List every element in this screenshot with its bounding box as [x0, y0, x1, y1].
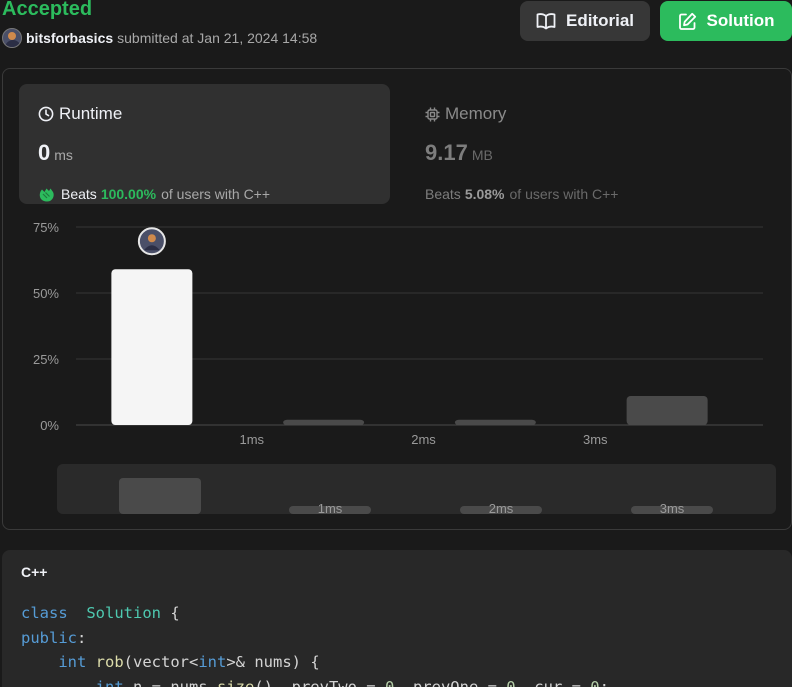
code-token: >& nums) { — [226, 653, 320, 671]
code-token: : — [77, 628, 87, 647]
code-token: ; — [599, 677, 609, 687]
editorial-label: Editorial — [565, 11, 634, 30]
editorial-button[interactable]: Editorial — [520, 1, 650, 41]
chip-icon — [425, 107, 440, 121]
overview-tick-label: 2ms — [489, 501, 514, 516]
x-tick-label: 2ms — [411, 432, 436, 447]
code-line: public: — [21, 626, 609, 651]
code-token: int — [95, 677, 124, 687]
code-block: C++ class Solution {public: int rob(vect… — [2, 550, 792, 687]
username-link[interactable]: bitsforbasics — [26, 30, 113, 46]
code-token: class — [21, 604, 68, 622]
memory-beats: Beats 5.08% of users with C++ — [425, 186, 619, 202]
memory-card[interactable]: Memory 9.17 MB Beats 5.08% of users with … — [408, 84, 779, 204]
y-tick-label: 25% — [33, 352, 59, 367]
runtime-beats-percent: 100.00% — [100, 186, 157, 202]
overview-tick-label: 3ms — [660, 501, 685, 516]
solution-label: Solution — [706, 11, 775, 30]
book-open-icon — [536, 13, 556, 30]
runtime-value: 0 ms — [38, 140, 73, 165]
overview-tick-label: 1ms — [318, 501, 343, 516]
clock-icon — [38, 106, 54, 122]
code-token: (vector< — [123, 653, 199, 671]
submission-status: Accepted — [2, 0, 93, 20]
x-tick-label: 1ms — [239, 432, 264, 447]
avatar-face — [147, 234, 156, 243]
code-token: Solution — [86, 604, 161, 622]
code-token: (), prevTwo = — [254, 677, 385, 687]
code-token: , cur = — [515, 677, 591, 687]
code-token: size — [216, 677, 255, 687]
submitter-line: bitsforbasics submitted at Jan 21, 2024 … — [2, 28, 317, 48]
x-tick-label: 3ms — [583, 432, 608, 447]
y-tick-label: 0% — [40, 418, 59, 433]
code-token: , prevOne = — [394, 677, 507, 687]
code-language-label: C++ — [21, 564, 48, 580]
chart-bar[interactable] — [454, 419, 536, 425]
code-line: int n = nums.size(), prevTwo = 0, prevOn… — [21, 675, 609, 687]
clapping-hands-icon — [39, 188, 54, 202]
code-token: public — [21, 628, 77, 647]
runtime-beats: Beats 100.00% of users with C++ — [38, 186, 270, 202]
y-tick-label: 50% — [33, 286, 59, 301]
code-token: rob — [95, 653, 124, 671]
memory-value: 9.17 MB — [425, 140, 493, 165]
memory-beats-percent: 5.08% — [464, 186, 505, 202]
code-view[interactable]: class Solution {public: int rob(vector<i… — [21, 601, 609, 687]
code-token: int — [58, 653, 87, 671]
y-tick-label: 75% — [33, 220, 59, 235]
code-line: int rob(vector<int>& nums) { — [21, 650, 609, 675]
chart-bar[interactable] — [111, 269, 193, 425]
code-token: 0 — [590, 677, 600, 687]
chart-bar[interactable] — [283, 419, 365, 425]
code-line: class Solution { — [21, 601, 609, 626]
code-token: 0 — [384, 677, 395, 687]
submitted-timestamp: submitted at Jan 21, 2024 14:58 — [117, 30, 318, 46]
overview-bar — [119, 478, 201, 514]
code-token: int — [198, 653, 227, 671]
result-panel: Runtime 0 ms Beats 100.00% of users with … — [2, 68, 792, 530]
edit-icon — [678, 12, 696, 30]
code-token: { — [161, 604, 180, 622]
memory-title: Memory — [425, 104, 506, 124]
code-token: n = nums. — [123, 677, 217, 687]
user-avatar[interactable] — [2, 28, 22, 48]
solution-button[interactable]: Solution — [660, 1, 792, 41]
chart-bar[interactable] — [626, 395, 708, 425]
runtime-card[interactable]: Runtime 0 ms Beats 100.00% of users with … — [19, 84, 390, 204]
runtime-title: Runtime — [38, 104, 122, 124]
code-token: 0 — [506, 677, 516, 687]
